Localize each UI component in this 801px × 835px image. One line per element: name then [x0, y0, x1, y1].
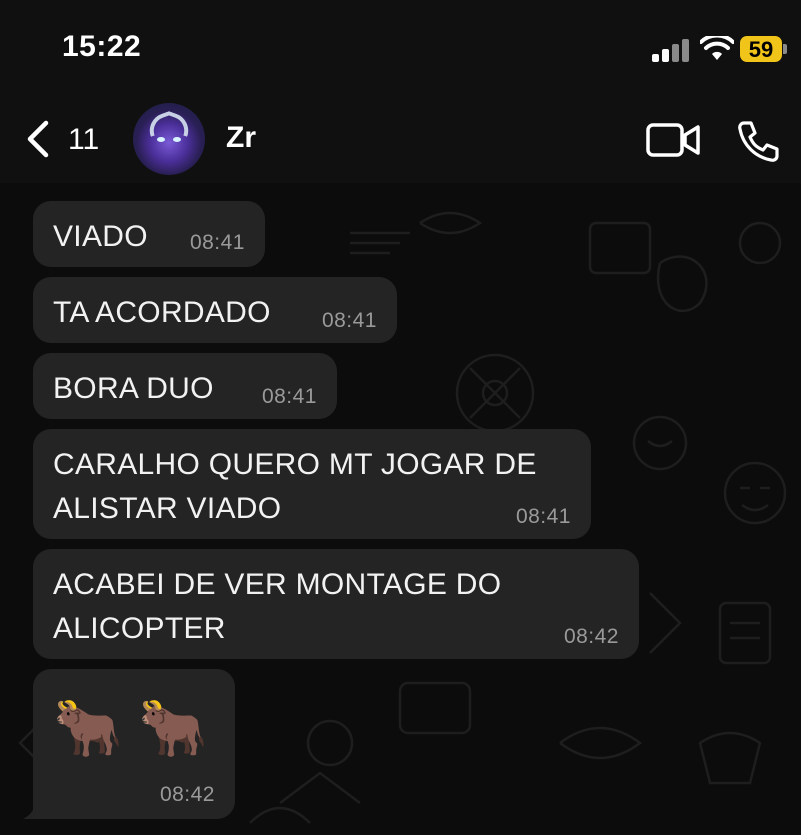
chat-header: 11 Zr [0, 95, 801, 183]
message-time: 08:41 [261, 385, 317, 408]
message-bubble[interactable]: VIADO 08:41 [33, 201, 265, 267]
phone-icon[interactable] [736, 119, 780, 163]
status-bar: 15:22 59 [0, 0, 801, 95]
message-bubble[interactable]: ACABEI DE VER MONTAGE DO ALICOPTER 08:42 [33, 549, 639, 659]
message-text-line2: ALISTAR VIADO [53, 492, 282, 525]
message-text-line1: CARALHO QUERO MT JOGAR DE [53, 448, 537, 481]
wifi-icon [700, 36, 734, 60]
contact-name[interactable]: Zr [226, 121, 256, 155]
ox-emoji: 🐂 🐂 [53, 696, 209, 759]
message-bubble[interactable]: CARALHO QUERO MT JOGAR DE ALISTAR VIADO … [33, 429, 591, 539]
unread-count[interactable]: 11 [68, 123, 99, 157]
message-bubble[interactable]: BORA DUO 08:41 [33, 353, 337, 419]
signal-icon [652, 38, 692, 62]
message-bubble[interactable]: 🐂 🐂 08:42 [23, 669, 235, 819]
video-call-icon[interactable] [645, 121, 701, 159]
battery-icon: 59 [740, 36, 788, 64]
message-text-line2: ALICOPTER [53, 612, 226, 645]
message-time: 08:41 [321, 309, 377, 332]
message-text-line1: ACABEI DE VER MONTAGE DO [53, 568, 502, 601]
status-time: 15:22 [62, 30, 142, 63]
message-bubble[interactable]: TA ACORDADO 08:41 [33, 277, 397, 343]
avatar[interactable] [133, 103, 205, 175]
chat-area[interactable]: VIADO 08:41 TA ACORDADO 08:41 BORA DUO 0… [0, 183, 801, 835]
back-chevron-icon[interactable] [22, 117, 62, 161]
message-time: 08:41 [189, 231, 245, 254]
message-time: 08:41 [515, 505, 571, 528]
message-time: 08:42 [563, 625, 619, 648]
battery-level: 59 [748, 37, 774, 62]
message-time: 08:42 [159, 783, 215, 806]
bubble-tail-icon [23, 801, 43, 819]
